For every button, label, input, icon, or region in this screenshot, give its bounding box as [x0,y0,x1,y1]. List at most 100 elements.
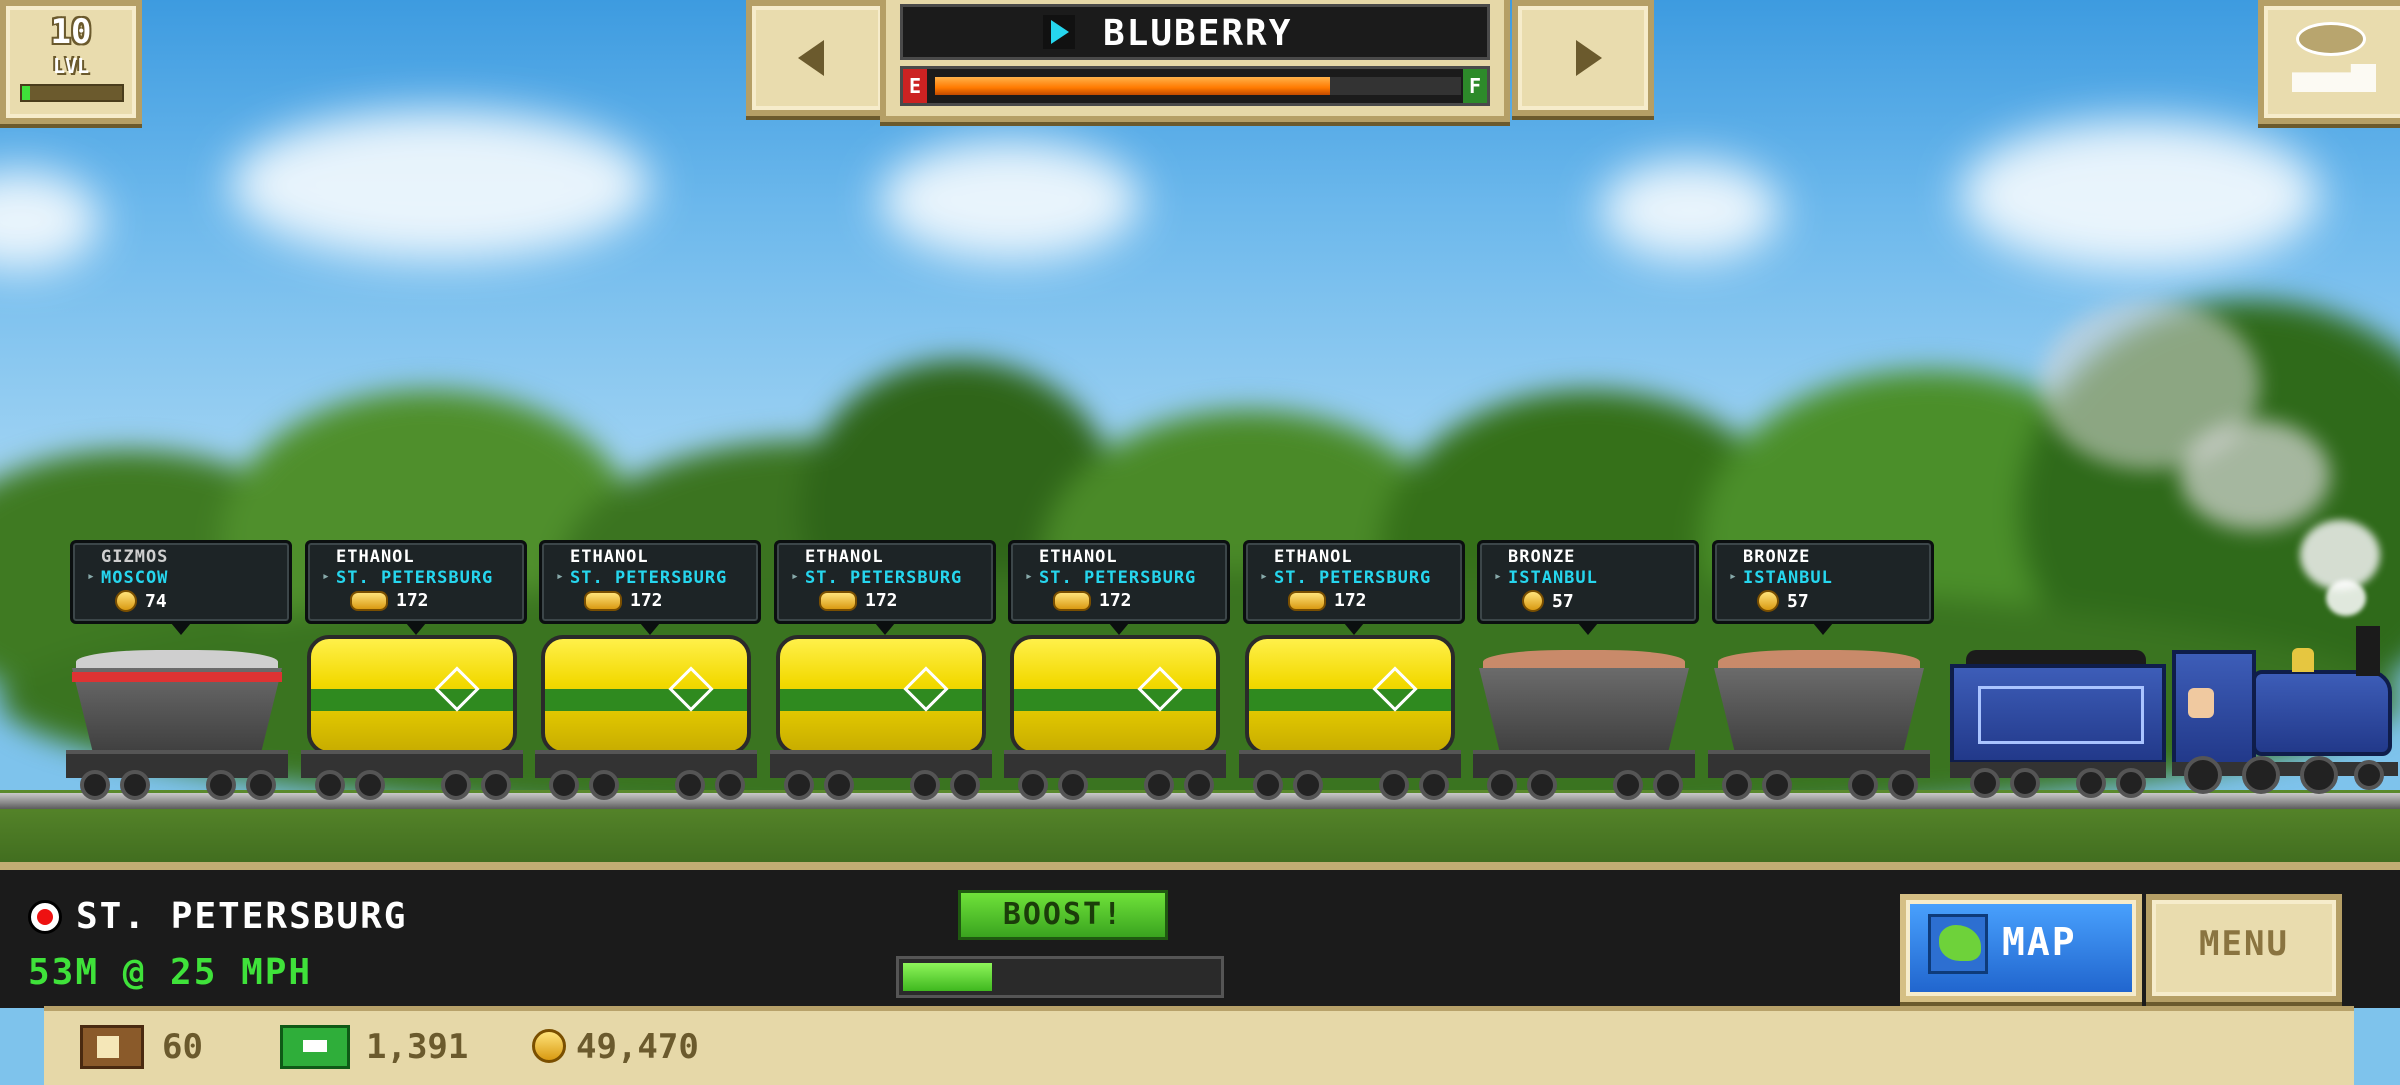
cargo-destination: ST. PETERSBURG [336,568,494,588]
map-button[interactable]: MAP [1900,894,2142,1002]
coin-icon [532,1029,566,1063]
hopper-car[interactable] [1708,620,1930,800]
boost-meter [896,956,1224,998]
boost-button[interactable]: BOOST! [958,890,1168,940]
cargo-tag[interactable]: ETHANOL ▸ ST. PETERSBURG 172 [539,540,761,635]
car-wheel [1613,770,1643,800]
tender-wheel [1970,768,2000,798]
destination-arrow-icon: ▸ [1494,569,1502,584]
cargo-destination: ISTANBUL [1508,568,1598,588]
cargo-name: BRONZE [1508,547,1576,567]
cargo-name: ETHANOL [805,547,884,567]
car-wheel [950,770,980,800]
cargo-payout: 74 [145,590,167,612]
train-icon-body [2292,64,2376,92]
locomotive[interactable] [2172,626,2398,796]
drive-wheel [2354,760,2384,790]
tank-body [1010,635,1220,755]
train-shop-button[interactable] [2258,0,2400,124]
payout-row: 172 [819,590,898,614]
train-icon [2296,22,2366,56]
car-wheel [784,770,814,800]
tank-body [1245,635,1455,755]
tender-wheel [2116,768,2146,798]
train-name-box[interactable]: BLUBERRY [900,4,1490,60]
prev-train-button[interactable] [746,0,888,116]
dome [2292,648,2314,672]
coal-tender[interactable] [1950,650,2166,798]
car-wheel [1018,770,1048,800]
hopper-car[interactable] [1473,620,1695,800]
cargo-name: GIZMOS [101,547,169,567]
destination-name: ST. PETERSBURG [76,896,408,937]
right-arrow-icon [1576,40,1602,76]
tank-car[interactable] [1004,620,1226,800]
left-arrow-icon [798,40,824,76]
cargo-tag[interactable]: GIZMOS ▸ MOSCOW 74 [70,540,292,635]
car-wheel [675,770,705,800]
cash-icon [280,1025,350,1069]
resource-bar: 60 1,391 49,470 [44,1006,2354,1085]
drive-wheel [2242,756,2280,794]
cab [2172,650,2256,766]
bottom-hud: ST. PETERSBURG 53M @ 25 MPH BOOST! MAP M… [0,862,2400,1008]
cargo-payout: 172 [1334,590,1367,611]
cargo-payout: 172 [1099,590,1132,611]
payout-row: 172 [1053,590,1132,614]
cargo-tag[interactable]: BRONZE ▸ ISTANBUL 57 [1477,540,1699,635]
crate-count: 60 [162,1027,203,1067]
cargo-tag[interactable]: ETHANOL ▸ ST. PETERSBURG 172 [774,540,996,635]
car-wheel [589,770,619,800]
car-wheel [206,770,236,800]
tank-body [776,635,986,755]
payout-row: 172 [1288,590,1367,614]
boiler [2252,670,2392,756]
smoke [2180,420,2330,530]
tank-car[interactable] [1239,620,1461,800]
cargo-name: ETHANOL [1274,547,1353,567]
drive-wheel [2300,756,2338,794]
cargo-tag[interactable]: ETHANOL ▸ ST. PETERSBURG 172 [1008,540,1230,635]
tender-wheel [2076,768,2106,798]
car-wheel [355,770,385,800]
cargo-payout: 57 [1552,590,1574,612]
car-wheel [1722,770,1752,800]
coin-icon [1757,590,1779,612]
fuel-full-label: F [1463,69,1487,103]
cargo-payout: 172 [630,590,663,611]
car-wheel [1184,770,1214,800]
cloud [230,110,650,260]
level-progress-bar [20,84,124,102]
level-badge[interactable]: 10 LVL [0,0,142,124]
hopper-car[interactable] [66,620,288,800]
cargo-tag[interactable]: ETHANOL ▸ ST. PETERSBURG 172 [1243,540,1465,635]
cargo-name: ETHANOL [336,547,415,567]
cargo-name: ETHANOL [1039,547,1118,567]
car-wheel [1848,770,1878,800]
fuel-fill [935,77,1330,95]
cargo-tag[interactable]: ETHANOL ▸ ST. PETERSBURG 172 [305,540,527,635]
boost-meter-fill [903,963,992,991]
level-progress-fill [22,86,30,100]
tank-car[interactable] [301,620,523,800]
cargo-name: BRONZE [1743,547,1811,567]
car-wheel [120,770,150,800]
destination-icon [28,900,62,934]
train-selector-panel: BLUBERRY E F [880,0,1510,122]
destination-arrow-icon: ▸ [1260,569,1268,584]
fuel-gauge: E F [900,66,1490,106]
car-wheel [246,770,276,800]
car-wheel [715,770,745,800]
tank-body [307,635,517,755]
car-wheel [1762,770,1792,800]
menu-button[interactable]: MENU [2146,894,2342,1002]
smoke [2300,520,2380,590]
hopper-body [1479,668,1689,753]
car-wheel [1379,770,1409,800]
smokestack [2356,626,2380,676]
next-train-button[interactable] [1512,0,1654,116]
cargo-tag[interactable]: BRONZE ▸ ISTANBUL 57 [1712,540,1934,635]
cargo-payout: 172 [396,590,429,611]
tank-car[interactable] [535,620,757,800]
tank-car[interactable] [770,620,992,800]
